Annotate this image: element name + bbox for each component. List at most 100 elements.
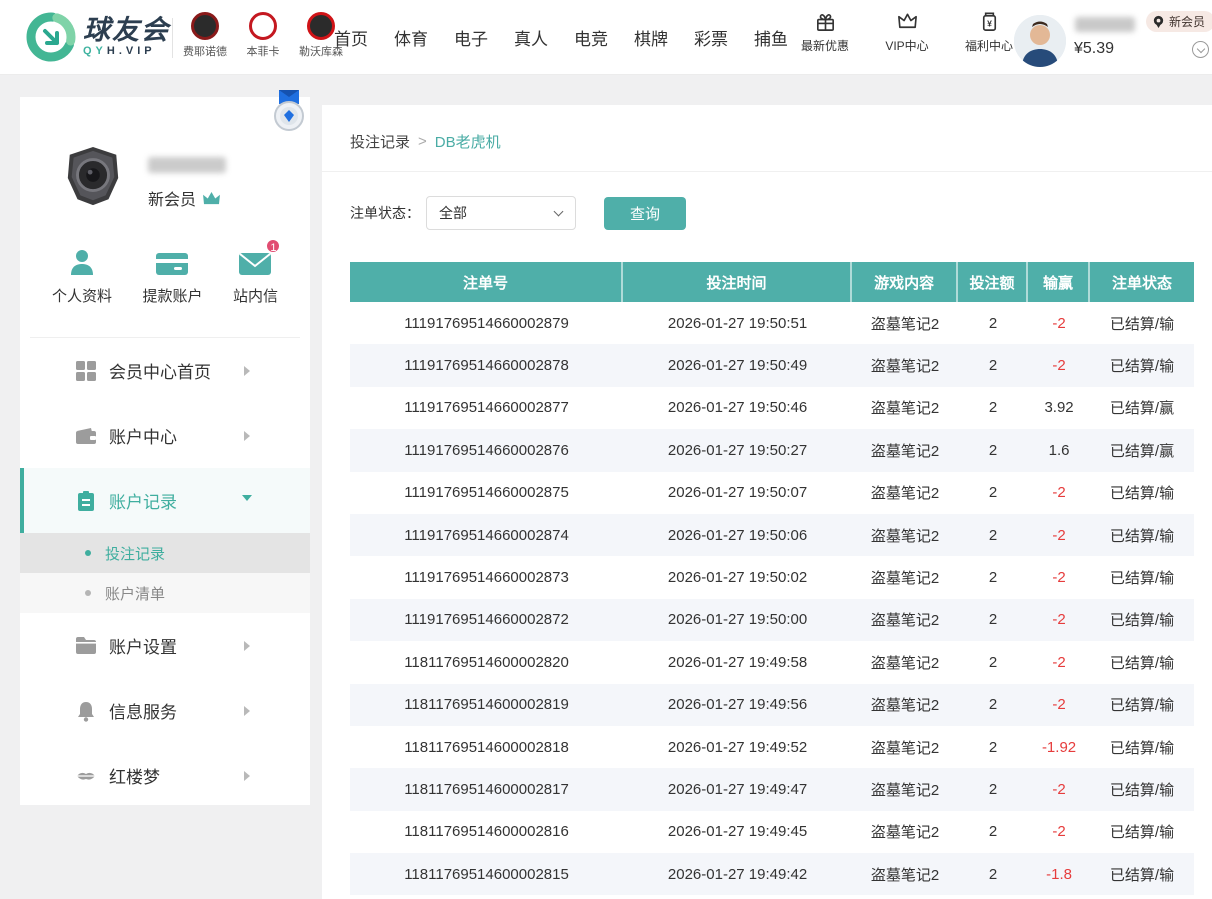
table-header-cell: 游戏内容: [852, 262, 958, 302]
gift-icon: [814, 10, 837, 33]
quick-link-profile[interactable]: 个人资料: [52, 245, 112, 306]
breadcrumb: 投注记录 > DB老虎机: [350, 131, 501, 152]
bet-amount: 2: [958, 599, 1028, 641]
nav-item[interactable]: 体育: [394, 25, 428, 50]
game-name: 盗墓笔记2: [852, 302, 958, 344]
nav-item[interactable]: 真人: [514, 25, 548, 50]
nav-item[interactable]: 首页: [334, 25, 368, 50]
table-header-cell: 注单号: [350, 262, 623, 302]
brand-logo[interactable]: 球友会 QYH.VIP: [25, 11, 170, 63]
sidebar-item-account-center[interactable]: 账户中心: [20, 403, 310, 468]
win-loss: -1.8: [1028, 853, 1090, 895]
profile-avatar[interactable]: [62, 145, 124, 207]
win-loss: -1.92: [1028, 726, 1090, 768]
bet-id: 11811769514600002820: [350, 641, 623, 683]
bet-time: 2026-01-27 19:49:45: [623, 811, 852, 853]
sidebar-item-message-service[interactable]: 信息服务: [20, 678, 310, 743]
welfare-center-link[interactable]: ¥ 福利中心: [960, 10, 1018, 54]
nav-item[interactable]: 彩票: [694, 25, 728, 50]
game-name: 盗墓笔记2: [852, 641, 958, 683]
bet-amount: 2: [958, 811, 1028, 853]
nav-item[interactable]: 电子: [454, 25, 488, 50]
bet-time: 2026-01-27 19:50:02: [623, 556, 852, 598]
nav-item[interactable]: 棋牌: [634, 25, 668, 50]
win-loss: -2: [1028, 599, 1090, 641]
club-crest-icon: [191, 12, 219, 40]
level-medal-icon: [267, 90, 311, 142]
quick-link-inbox[interactable]: 1 站内信: [233, 245, 278, 306]
user-avatar[interactable]: [1014, 15, 1066, 67]
sidebar-subitem-bet-records[interactable]: 投注记录: [20, 533, 310, 573]
bet-amount: 2: [958, 556, 1028, 598]
game-name: 盗墓笔记2: [852, 599, 958, 641]
sidebar-item-member-home[interactable]: 会员中心首页: [20, 338, 310, 403]
account-records-submenu: 投注记录 账户清单: [20, 533, 310, 613]
table-row: 118117695146000028192026-01-27 19:49:56盗…: [350, 684, 1194, 726]
table-row: 111917695146600028732026-01-27 19:50:02盗…: [350, 556, 1194, 598]
table-row: 118117695146000028182026-01-27 19:49:52盗…: [350, 726, 1194, 768]
sidebar-item-label: 红楼梦: [109, 763, 160, 788]
club-crest-icon: [307, 12, 335, 40]
breadcrumb-parent[interactable]: 投注记录: [350, 131, 410, 152]
table-row: 118117695146000028172026-01-27 19:49:47盗…: [350, 768, 1194, 810]
bet-time: 2026-01-27 19:50:07: [623, 472, 852, 514]
bet-time: 2026-01-27 19:49:42: [623, 853, 852, 895]
promo-link[interactable]: 最新优惠: [796, 10, 854, 54]
win-loss: -2: [1028, 768, 1090, 810]
query-button[interactable]: 查询: [604, 197, 686, 230]
sidebar: 新会员 个人资料 提款账户 1: [20, 97, 310, 805]
table-header-cell: 注单状态: [1090, 262, 1194, 302]
chevron-right-icon: [244, 641, 250, 651]
table-row: 111917695146600028752026-01-27 19:50:07盗…: [350, 472, 1194, 514]
sponsor-label: 本菲卡: [247, 43, 280, 59]
bet-id: 11191769514660002872: [350, 599, 623, 641]
bet-amount: 2: [958, 472, 1028, 514]
chevron-right-icon: [244, 771, 250, 781]
user-balance: ¥5.39: [1074, 40, 1114, 58]
bet-status: 已结算/输: [1090, 344, 1194, 386]
bullet-icon: [85, 590, 91, 596]
sidebar-item-account-settings[interactable]: 账户设置: [20, 613, 310, 678]
bet-id: 11191769514660002878: [350, 344, 623, 386]
quick-link-inbox-label: 站内信: [233, 285, 278, 306]
bet-amount: 2: [958, 768, 1028, 810]
game-name: 盗墓笔记2: [852, 472, 958, 514]
bank-card-icon: [155, 245, 189, 277]
sidebar-item-label: 会员中心首页: [109, 358, 211, 383]
table-row: 111917695146600028782026-01-27 19:50:49盗…: [350, 344, 1194, 386]
bet-status: 已结算/输: [1090, 853, 1194, 895]
win-loss: 1.6: [1028, 429, 1090, 471]
bet-id: 11811769514600002817: [350, 768, 623, 810]
sidebar-subitem-label: 账户清单: [105, 583, 165, 604]
sidebar-item-account-records[interactable]: 账户记录: [20, 468, 310, 533]
header-expand-chevron-icon[interactable]: [1192, 41, 1209, 58]
bet-records-table: 注单号投注时间游戏内容投注额输赢注单状态 1119176951466000287…: [350, 262, 1194, 895]
breadcrumb-separator: >: [418, 133, 427, 150]
brand-domain: QYH.VIP: [83, 44, 170, 58]
nav-item[interactable]: 捕鱼: [754, 25, 788, 50]
bet-id: 11191769514660002874: [350, 514, 623, 556]
lips-icon: [75, 765, 97, 787]
table-row: 111917695146600028742026-01-27 19:50:06盗…: [350, 514, 1194, 556]
bet-id: 11811769514600002816: [350, 811, 623, 853]
bet-status: 已结算/输: [1090, 556, 1194, 598]
nav-item[interactable]: 电竞: [574, 25, 608, 50]
bet-time: 2026-01-27 19:49:56: [623, 684, 852, 726]
level-crown-icon: [202, 191, 221, 206]
quick-links: 个人资料 提款账户 1 站内信: [20, 245, 310, 306]
game-name: 盗墓笔记2: [852, 768, 958, 810]
bet-status: 已结算/赢: [1090, 387, 1194, 429]
sidebar-subitem-account-list[interactable]: 账户清单: [20, 573, 310, 613]
profile-level-label: 新会员: [148, 186, 196, 210]
welfare-jar-icon: ¥: [978, 10, 1001, 33]
bet-time: 2026-01-27 19:49:52: [623, 726, 852, 768]
sidebar-item-hongloumeng[interactable]: 红楼梦: [20, 743, 310, 808]
vip-center-link[interactable]: VIP中心: [878, 10, 936, 54]
quick-link-withdraw-account[interactable]: 提款账户: [142, 245, 202, 306]
bet-status-select[interactable]: 全部: [426, 196, 576, 230]
bet-status: 已结算/输: [1090, 302, 1194, 344]
welfare-center-label: 福利中心: [965, 37, 1013, 54]
table-row: 111917695146600028722026-01-27 19:50:00盗…: [350, 599, 1194, 641]
quick-link-profile-label: 个人资料: [52, 285, 112, 306]
bet-status: 已结算/赢: [1090, 429, 1194, 471]
